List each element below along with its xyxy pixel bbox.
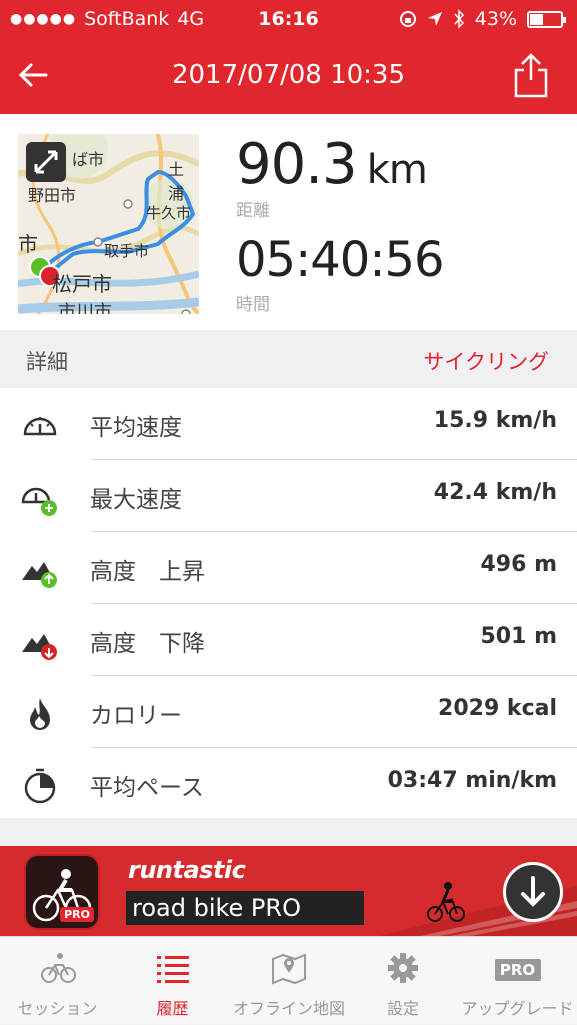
stopwatch-icon (24, 768, 56, 804)
detail-row-max-speed: 最大速度 42.4 km/h (0, 460, 577, 532)
distance-unit: km (366, 147, 428, 193)
download-button[interactable] (503, 862, 563, 922)
map-label: 土浦 (168, 160, 185, 203)
time-label: 時間 (236, 295, 270, 315)
share-icon (514, 53, 548, 98)
tab-label: アップグレード (461, 999, 574, 1018)
tab-label: 履歴 (156, 999, 189, 1018)
elevation-up-icon (22, 562, 57, 588)
app-icon: PRO (24, 854, 100, 930)
detail-label: 平均ペース (90, 775, 204, 801)
time-value: 05:40:56 (236, 232, 445, 288)
tab-session[interactable]: セッション (0, 937, 115, 1025)
speedometer-icon (23, 417, 57, 436)
detail-value: 501 m (480, 624, 557, 649)
rider-silhouette-icon (427, 882, 465, 922)
tab-bar: セッション 履歴 オフライン地図 設定 PRO アップグレード (0, 936, 577, 1024)
route-map[interactable]: ば市 野田市 土浦 牛久市 取手市 市 松戸市 柏市 市川市 (18, 134, 199, 314)
map-label: 市 (18, 232, 38, 256)
map-label: 牛久市 (146, 204, 192, 222)
details-list: 平均速度 15.9 km/h 最大速度 42.4 km/h 高度 上昇 496 … (0, 388, 577, 818)
summary-panel: ば市 野田市 土浦 牛久市 取手市 市 松戸市 柏市 市川市 90.3km 距離… (0, 114, 577, 330)
product-name: road bike PRO (126, 891, 364, 925)
detail-label: カロリー (90, 703, 182, 729)
distance-stat: 90.3 km (236, 132, 428, 197)
distance-value: 90.3 (236, 132, 358, 197)
rotation-lock-icon (399, 11, 416, 27)
map-label: 市川市 (58, 302, 112, 314)
elevation-down-icon (22, 634, 57, 660)
expand-icon (34, 150, 58, 174)
map-icon (272, 953, 306, 985)
detail-label: 最大速度 (90, 487, 182, 513)
detail-value: 03:47 min/km (387, 768, 557, 793)
detail-row-elevation-down: 高度 下降 501 m (0, 604, 577, 676)
detail-row-avg-speed: 平均速度 15.9 km/h (0, 388, 577, 460)
tab-label: 設定 (386, 999, 419, 1018)
map-label: 松戸市 (52, 272, 112, 296)
detail-row-elevation-up: 高度 上昇 496 m (0, 532, 577, 604)
status-bar: ●●●●● SoftBank 4G 16:16 43% (0, 0, 577, 38)
tab-label: セッション (17, 999, 98, 1018)
speedometer-plus-icon (21, 487, 57, 516)
nav-bar: 2017/07/08 10:35 (0, 38, 577, 114)
gear-icon (388, 953, 418, 983)
download-arrow-icon (521, 876, 545, 907)
details-header: 詳細 サイクリング (0, 330, 577, 388)
list-icon (156, 956, 189, 983)
battery-percent: 43% (474, 8, 517, 30)
detail-row-calories: カロリー 2029 kcal (0, 676, 577, 748)
detail-value: 2029 kcal (438, 696, 557, 721)
time-stat: 05:40:56 (236, 232, 445, 288)
map-label: 野田市 (28, 186, 77, 205)
battery-icon (527, 10, 566, 28)
tab-settings[interactable]: 設定 (348, 937, 458, 1025)
brand-logo: runtastic (128, 856, 246, 884)
tab-upgrade[interactable]: PRO アップグレード (458, 937, 577, 1025)
map-label: ば市 (72, 150, 105, 169)
details-title: 詳細 (26, 350, 68, 374)
detail-label: 高度 上昇 (90, 559, 205, 585)
detail-row-avg-pace: 平均ペース 03:47 min/km (0, 748, 577, 820)
flame-icon (30, 698, 50, 730)
promo-banner[interactable]: PRO runtastic road bike PRO (0, 846, 577, 936)
tab-label: オフライン地図 (232, 999, 345, 1018)
location-icon (427, 12, 442, 26)
page-title: 2017/07/08 10:35 (171, 60, 406, 90)
detail-label: 平均速度 (90, 415, 182, 441)
detail-value: 496 m (480, 552, 557, 577)
pro-badge-text: PRO (499, 961, 536, 979)
pro-tag: PRO (60, 907, 94, 922)
tab-offline-map[interactable]: オフライン地図 (230, 937, 348, 1025)
tab-history[interactable]: 履歴 (115, 937, 230, 1025)
distance-label: 距離 (236, 201, 270, 221)
cyclist-icon (40, 953, 76, 983)
detail-label: 高度 下降 (90, 631, 205, 657)
expand-map-button[interactable] (26, 142, 66, 182)
pro-badge-icon: PRO (494, 959, 541, 981)
map-label: 取手市 (104, 242, 150, 260)
bluetooth-icon (454, 9, 464, 29)
share-button[interactable] (513, 52, 549, 98)
detail-value: 42.4 km/h (433, 480, 557, 505)
activity-type[interactable]: サイクリング (423, 346, 549, 376)
detail-value: 15.9 km/h (433, 408, 557, 433)
status-right: 43% (399, 8, 566, 30)
battery-fill (530, 13, 543, 25)
